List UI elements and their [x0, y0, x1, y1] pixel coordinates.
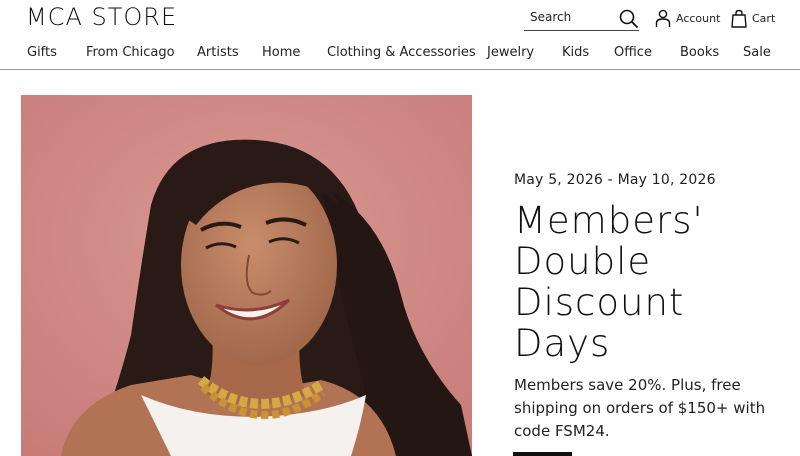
search-box[interactable]	[524, 6, 639, 31]
headline-line: Double	[514, 240, 652, 283]
nav-item-gifts[interactable]: Gifts	[27, 45, 57, 60]
main-nav: Gifts From Chicago Artists Home Clothing…	[0, 45, 800, 63]
site-header: MCA STORE Account Cart Gifts From Chicag…	[0, 0, 800, 70]
hero-promo: May 5, 2026 - May 10, 2026 Members' Doub…	[514, 172, 784, 443]
cart-link[interactable]: Cart	[731, 8, 775, 28]
cart-icon	[731, 9, 747, 28]
shop-now-button-edge[interactable]	[513, 452, 572, 456]
promo-date-range: May 5, 2026 - May 10, 2026	[514, 172, 716, 188]
nav-item-office[interactable]: Office	[614, 45, 652, 60]
account-link[interactable]: Account	[655, 8, 720, 28]
account-icon	[655, 9, 671, 27]
headline-line: Members'	[514, 199, 704, 242]
nav-item-clothing-accessories[interactable]: Clothing & Accessories	[327, 45, 476, 60]
nav-item-from-chicago[interactable]: From Chicago	[86, 45, 175, 60]
cart-label: Cart	[752, 11, 776, 25]
search-input[interactable]	[530, 7, 615, 27]
nav-item-sale[interactable]: Sale	[743, 45, 771, 60]
account-label: Account	[676, 11, 721, 25]
hero-image[interactable]	[21, 95, 472, 456]
promo-headline: Members' Double Discount Days	[514, 200, 784, 364]
store-logo[interactable]: MCA STORE	[26, 3, 177, 31]
nav-item-kids[interactable]: Kids	[562, 45, 589, 60]
nav-item-books[interactable]: Books	[680, 45, 719, 60]
promo-description: Members save 20%. Plus, free shipping on…	[514, 376, 766, 440]
nav-item-jewelry[interactable]: Jewelry	[487, 45, 534, 60]
hero-photo-illustration	[21, 95, 472, 456]
headline-line: Days	[514, 322, 611, 365]
nav-item-artists[interactable]: Artists	[197, 45, 239, 60]
search-icon[interactable]	[619, 9, 639, 29]
nav-item-home[interactable]: Home	[262, 45, 300, 60]
headline-line: Discount	[514, 281, 685, 324]
